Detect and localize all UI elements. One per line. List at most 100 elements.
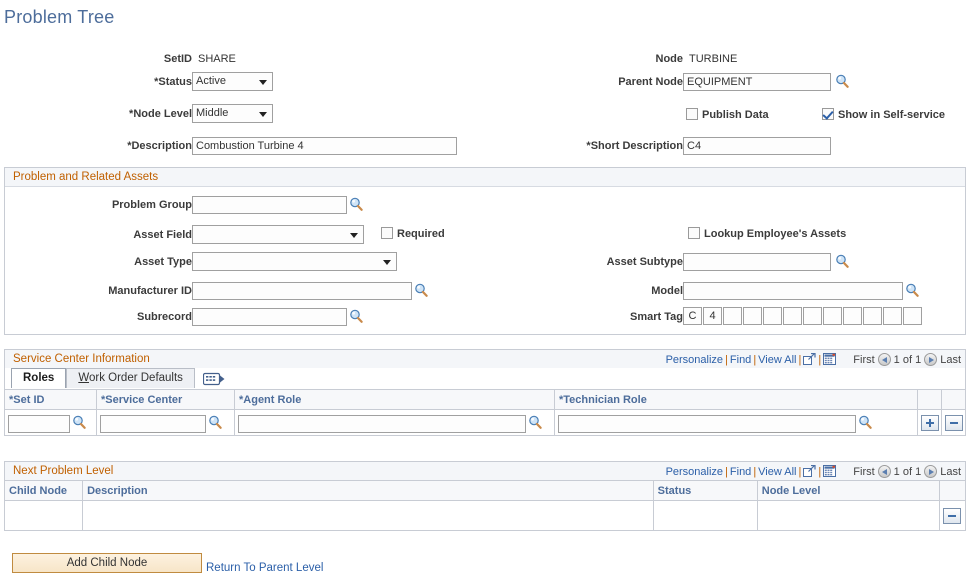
page-title: Problem Tree bbox=[4, 7, 115, 27]
cell-technician-role bbox=[554, 409, 918, 436]
smart-tag-label: Smart Tag bbox=[630, 311, 683, 323]
show-self-service-box[interactable] bbox=[822, 108, 834, 120]
col-status: Status bbox=[652, 480, 758, 501]
new-window-icon[interactable] bbox=[803, 464, 816, 483]
required-box[interactable] bbox=[381, 227, 393, 239]
smart-tag-fields[interactable]: C4 bbox=[683, 307, 923, 325]
problem-group-lookup-icon[interactable] bbox=[349, 197, 363, 211]
node-value: TURBINE bbox=[689, 53, 738, 65]
delete-row-button[interactable] bbox=[943, 507, 962, 524]
subrecord-label: Subrecord bbox=[136, 311, 192, 323]
subrecord-input[interactable] bbox=[192, 308, 347, 326]
cell-agent-role bbox=[234, 409, 555, 436]
smart-tag-box-7[interactable] bbox=[803, 307, 822, 325]
status-label: Status bbox=[60, 76, 192, 88]
first-label[interactable]: First bbox=[853, 466, 874, 478]
tab-work-order-defaults[interactable]: Work Order Defaults bbox=[66, 368, 195, 388]
smart-tag-box-4[interactable] bbox=[743, 307, 762, 325]
agent-role-input[interactable] bbox=[238, 414, 526, 433]
download-grid-icon[interactable] bbox=[823, 465, 837, 483]
smart-tag-box-2[interactable]: 4 bbox=[703, 307, 722, 325]
show-self-service-checkbox[interactable]: Show in Self-service bbox=[822, 108, 945, 121]
col-set-id: *Set ID bbox=[4, 389, 97, 410]
asset-type-select[interactable] bbox=[192, 252, 397, 271]
next-problem-level-grid: Child Node Description Status Node Level bbox=[3, 480, 967, 531]
service-center-input[interactable] bbox=[100, 414, 206, 433]
first-label[interactable]: First bbox=[853, 354, 874, 366]
publish-data-label: Publish Data bbox=[702, 109, 769, 121]
lookup-employee-assets-box[interactable] bbox=[688, 227, 700, 239]
cell-service-center bbox=[96, 409, 235, 436]
problem-group-input[interactable] bbox=[192, 196, 347, 214]
manufacturer-id-input[interactable] bbox=[192, 282, 412, 300]
lookup-employee-assets-checkbox[interactable]: Lookup Employee's Assets bbox=[688, 227, 846, 240]
service-center-information-section: Service Center Information Personalize | F… bbox=[4, 349, 966, 436]
col-delete bbox=[941, 389, 966, 410]
tab-roles[interactable]: Roles bbox=[11, 368, 67, 388]
smart-tag-box-10[interactable] bbox=[863, 307, 882, 325]
next-page-icon[interactable] bbox=[924, 353, 938, 366]
smart-tag-box-12[interactable] bbox=[903, 307, 922, 325]
technician-role-lookup-icon[interactable] bbox=[858, 415, 872, 430]
smart-tag-box-6[interactable] bbox=[783, 307, 802, 325]
problem-group-label: Problem Group bbox=[111, 199, 192, 211]
delete-row-button[interactable] bbox=[944, 414, 963, 431]
next-problem-level-title: Next Problem Level bbox=[13, 465, 114, 477]
subrecord-lookup-icon[interactable] bbox=[349, 309, 363, 323]
view-all-link[interactable]: View All bbox=[758, 466, 796, 478]
smart-tag-box-9[interactable] bbox=[843, 307, 862, 325]
previous-page-icon[interactable] bbox=[877, 353, 891, 366]
asset-field-select[interactable] bbox=[192, 225, 364, 244]
model-lookup-icon[interactable] bbox=[905, 283, 919, 297]
add-child-node-button[interactable]: Add Child Node bbox=[12, 553, 202, 573]
col-delete bbox=[938, 480, 967, 501]
service-center-lookup-icon[interactable] bbox=[208, 415, 222, 430]
publish-data-box[interactable] bbox=[686, 108, 698, 120]
node-level-select[interactable]: Middle bbox=[192, 104, 273, 123]
next-problem-level-header-row: Child Node Description Status Node Level bbox=[3, 480, 967, 501]
view-all-link[interactable]: View All bbox=[758, 354, 796, 366]
show-all-columns-icon[interactable] bbox=[202, 372, 225, 386]
smart-tag-box-5[interactable] bbox=[763, 307, 782, 325]
asset-type-label: Asset Type bbox=[134, 256, 192, 268]
personalize-link[interactable]: Personalize bbox=[666, 354, 723, 366]
short-description-input[interactable]: C4 bbox=[683, 137, 831, 155]
smart-tag-box-1[interactable]: C bbox=[683, 307, 702, 325]
agent-role-lookup-icon[interactable] bbox=[528, 415, 542, 430]
last-label[interactable]: Last bbox=[940, 354, 961, 366]
required-checkbox[interactable]: Required bbox=[381, 227, 445, 240]
col-service-center: *Service Center bbox=[96, 389, 235, 410]
personalize-link[interactable]: Personalize bbox=[666, 466, 723, 478]
service-center-header-row: *Set ID *Service Center *Agent Role *Tec… bbox=[4, 389, 966, 410]
smart-tag-box-3[interactable] bbox=[723, 307, 742, 325]
asset-subtype-input[interactable] bbox=[683, 253, 831, 271]
problem-tree-page: Problem Tree SetID SHARE Status Active N… bbox=[0, 0, 971, 582]
smart-tag-box-8[interactable] bbox=[823, 307, 842, 325]
cell-delete-row bbox=[938, 500, 967, 531]
find-link[interactable]: Find bbox=[730, 354, 751, 366]
set-id-lookup-icon[interactable] bbox=[72, 415, 86, 430]
col-child-node: Child Node bbox=[3, 480, 84, 501]
parent-node-lookup-icon[interactable] bbox=[835, 74, 849, 88]
publish-data-checkbox[interactable]: Publish Data bbox=[686, 108, 769, 121]
smart-tag-box-11[interactable] bbox=[883, 307, 902, 325]
manufacturer-id-lookup-icon[interactable] bbox=[414, 283, 428, 297]
asset-subtype-lookup-icon[interactable] bbox=[835, 254, 849, 268]
parent-node-input[interactable]: EQUIPMENT bbox=[683, 73, 831, 91]
return-to-parent-level-link[interactable]: Return To Parent Level bbox=[206, 562, 323, 574]
technician-role-input[interactable] bbox=[558, 414, 856, 433]
cell-child-node bbox=[3, 500, 84, 531]
description-input[interactable]: Combustion Turbine 4 bbox=[192, 137, 457, 155]
next-page-icon[interactable] bbox=[924, 465, 938, 478]
set-id-input[interactable] bbox=[8, 414, 70, 433]
model-input[interactable] bbox=[683, 282, 903, 300]
find-link[interactable]: Find bbox=[730, 466, 751, 478]
service-center-title-bar: Service Center Information Personalize | F… bbox=[4, 349, 966, 368]
previous-page-icon[interactable] bbox=[877, 465, 891, 478]
node-level-label: Node Level bbox=[60, 108, 192, 120]
status-select[interactable]: Active bbox=[192, 72, 273, 91]
manufacturer-id-label: Manufacturer ID bbox=[108, 285, 192, 297]
next-problem-level-title-bar: Next Problem Level Personalize | Find | View… bbox=[4, 461, 966, 480]
last-label[interactable]: Last bbox=[940, 466, 961, 478]
add-row-button[interactable] bbox=[920, 414, 939, 431]
